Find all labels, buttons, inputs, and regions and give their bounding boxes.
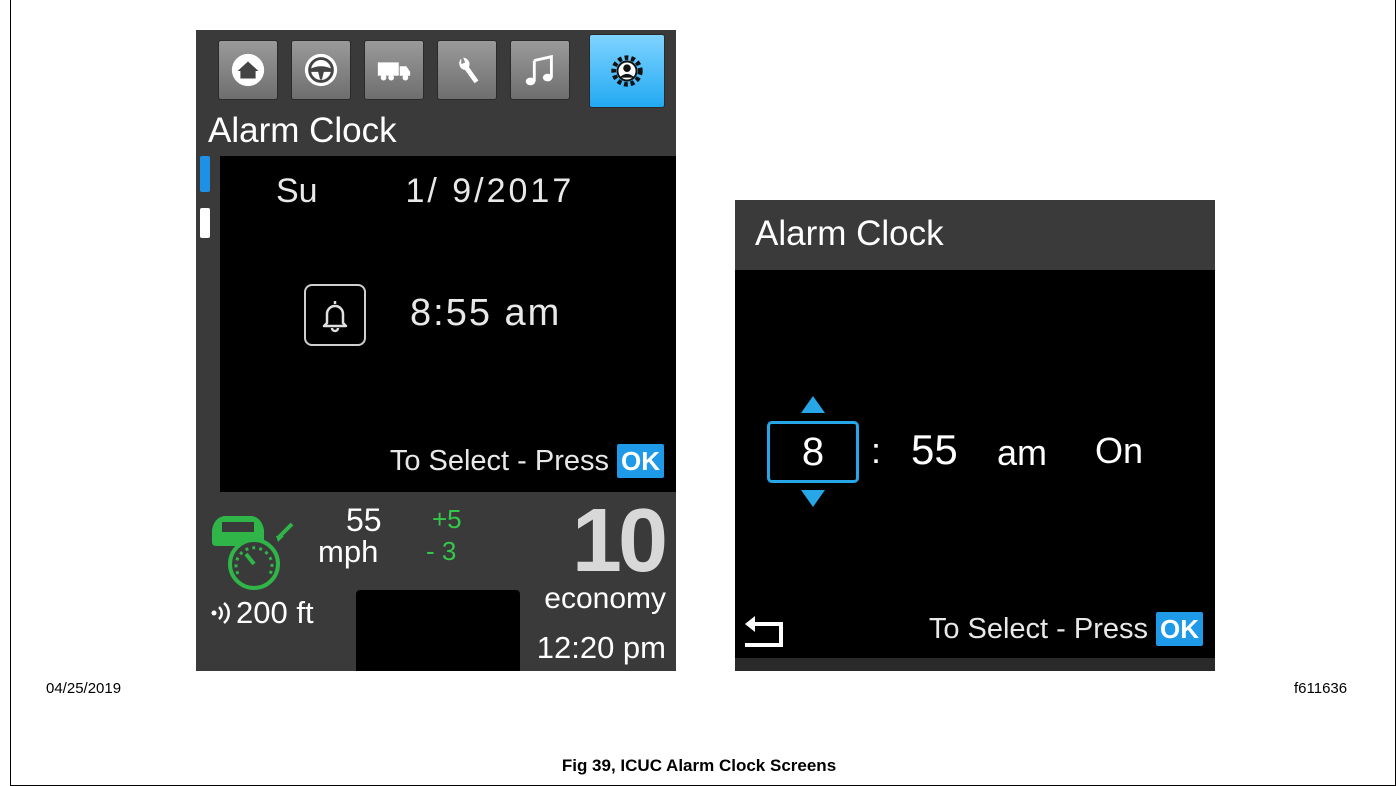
settings-icon	[611, 55, 643, 87]
date-label: 1/ 9/2017	[405, 172, 575, 210]
increase-arrow-icon[interactable]	[801, 396, 825, 413]
title-bar: Alarm Clock	[735, 200, 1215, 270]
speed-plus-offset: +5	[432, 504, 462, 534]
ok-button-icon: OK	[1156, 612, 1203, 646]
alarm-state-field[interactable]: On	[1095, 430, 1143, 472]
steering-wheel-icon	[304, 53, 338, 87]
follow-distance-value: 200 ft	[236, 595, 314, 630]
drive-mode: economy	[544, 582, 666, 615]
tab-settings[interactable]	[589, 34, 665, 108]
gear-number: 10	[571, 491, 668, 591]
bottom-strip	[735, 658, 1215, 671]
ampm-field[interactable]: am	[997, 432, 1047, 474]
adaptive-cruise-icon	[212, 516, 294, 590]
scrollbar[interactable]	[200, 156, 210, 246]
menu-tab-bar	[196, 30, 676, 108]
alarm-clock-screen-main: Alarm Clock Su 1/ 9/2017 8:55 am To Sele…	[196, 30, 676, 671]
document-date: 04/25/2019	[46, 680, 122, 697]
wrench-icon	[459, 57, 479, 84]
date-row: Su 1/ 9/2017	[276, 172, 574, 211]
tab-wrench[interactable]	[437, 40, 497, 100]
scroll-page-indicator	[200, 208, 210, 238]
follow-distance: 200 ft	[208, 595, 314, 631]
decrease-arrow-icon[interactable]	[801, 490, 825, 507]
home-icon	[231, 53, 265, 87]
tab-truck[interactable]	[364, 40, 424, 100]
speed-unit: mph	[318, 534, 379, 569]
minutes-field[interactable]: 55	[911, 426, 958, 474]
status-area: 55 mph +5 - 3 10 200 ft economy 12:20 pm	[196, 491, 676, 671]
hour-field[interactable]: 8	[767, 421, 859, 483]
figure-id: f611636	[1294, 680, 1348, 697]
back-arrow-icon[interactable]	[743, 614, 789, 648]
alarm-panel: Su 1/ 9/2017 8:55 am To Select - Press O…	[220, 156, 676, 492]
select-hint: To Select - Press OK	[390, 444, 664, 478]
alarm-clock-edit-screen: Alarm Clock 8 : 55 am On To Select - Pre…	[735, 200, 1215, 671]
music-icon	[525, 54, 553, 86]
day-label: Su	[276, 172, 318, 210]
select-hint: To Select - Press OK	[929, 612, 1203, 646]
screen-title: Alarm Clock	[755, 214, 944, 253]
figure-caption: Fig 39, ICUC Alarm Clock Screens	[561, 756, 837, 775]
ok-button-icon: OK	[617, 444, 664, 478]
speed-minus-offset: - 3	[426, 536, 457, 566]
scroll-position-indicator	[200, 156, 210, 192]
current-time: 12:20 pm	[536, 630, 666, 665]
blank-display-area	[356, 590, 520, 671]
radar-icon	[211, 602, 230, 624]
tab-home[interactable]	[218, 40, 278, 100]
truck-icon	[377, 62, 411, 81]
tab-steering[interactable]	[291, 40, 351, 100]
select-hint-text: To Select - Press	[389, 444, 609, 477]
screen-title: Alarm Clock	[208, 111, 397, 150]
alarm-bell-icon	[304, 284, 366, 346]
time-separator: :	[871, 430, 882, 471]
select-hint-text: To Select - Press	[928, 612, 1148, 645]
alarm-time[interactable]: 8:55 am	[410, 292, 561, 335]
tab-music[interactable]	[510, 40, 570, 100]
